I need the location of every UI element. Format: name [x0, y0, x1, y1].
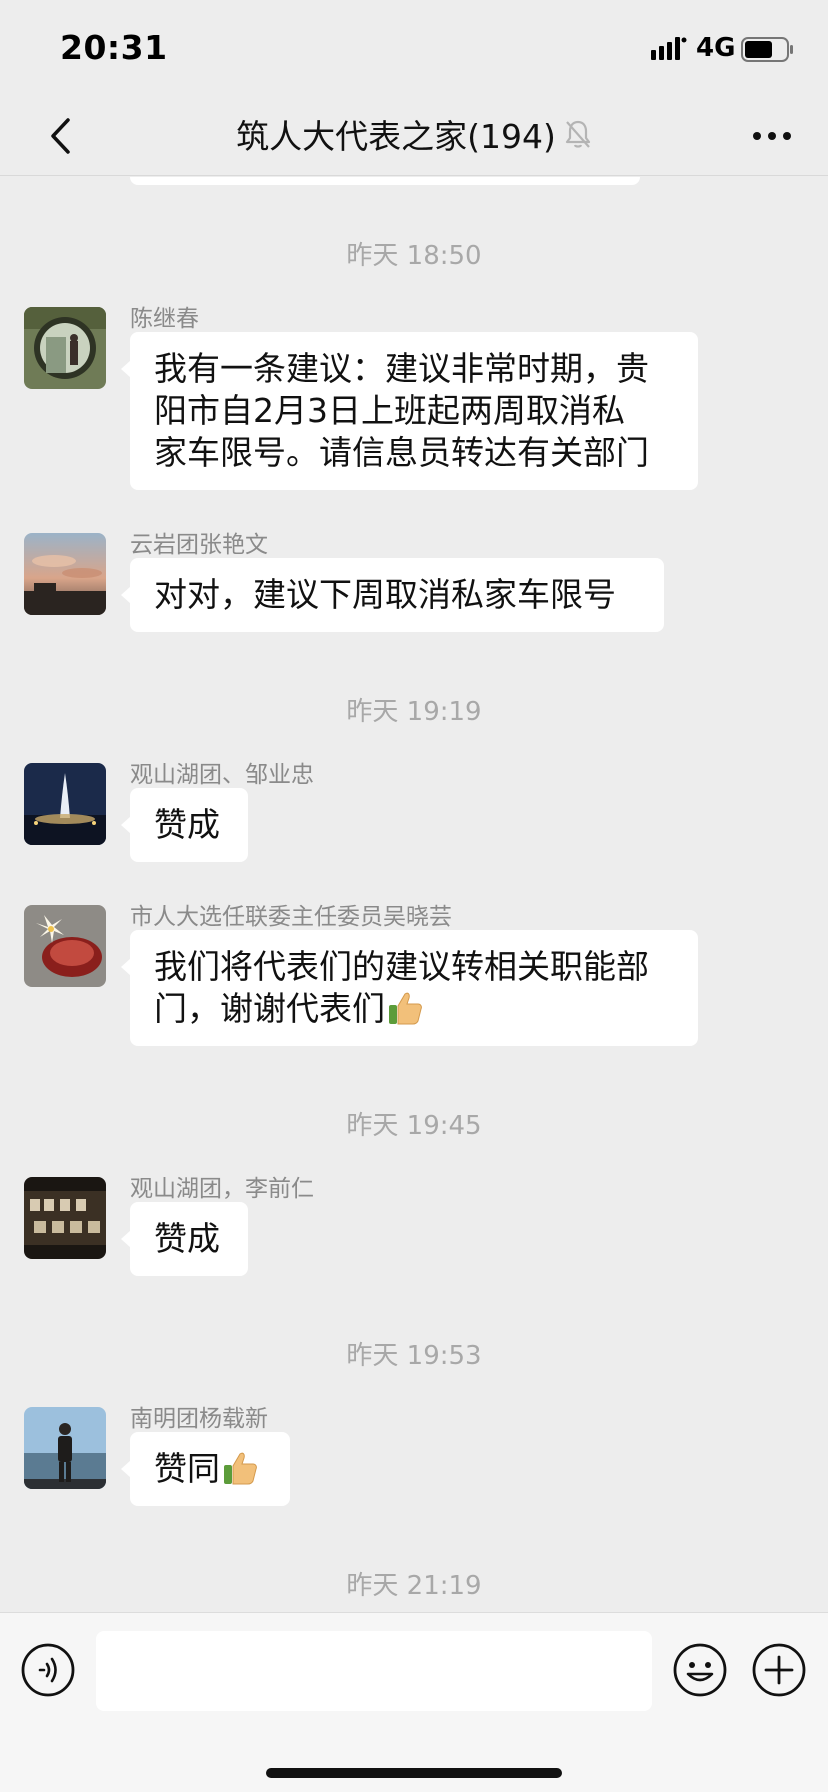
- input-bar: [0, 1612, 828, 1792]
- status-time: 20:31: [60, 28, 168, 67]
- chat-message-list[interactable]: 昨天 18:50 陈继春 我有一条建议：建议非常时期，贵 阳市自2月3日上班起两…: [0, 177, 828, 1611]
- message-bubble[interactable]: 我有一条建议：建议非常时期，贵 阳市自2月3日上班起两周取消私 家车限号。请信息…: [121, 332, 698, 490]
- emoji-icon[interactable]: [672, 1642, 728, 1698]
- thumbs-up-icon: [224, 1452, 257, 1485]
- message-bubble-partial: [130, 177, 640, 185]
- message-text: 门，谢谢代表们: [154, 989, 385, 1028]
- home-indicator[interactable]: [266, 1768, 562, 1778]
- timestamp: 昨天 18:50: [346, 241, 482, 271]
- message-text: 赞同: [154, 1449, 220, 1488]
- message-bubble[interactable]: 我们将代表们的建议转相关职能部 门，谢谢代表们: [121, 930, 698, 1046]
- message-line: 家车限号。请信息员转达有关部门: [154, 433, 649, 472]
- sender-name: 陈继春: [130, 306, 199, 332]
- sender-name: 市人大选任联委主任委员吴晓芸: [130, 904, 452, 930]
- avatar[interactable]: [24, 1407, 106, 1489]
- message-line: 对对，建议下周取消私家车限号: [154, 575, 616, 614]
- signal-icon: [651, 37, 687, 60]
- timestamp: 昨天 19:19: [346, 697, 482, 727]
- sender-name: 云岩团张艳文: [130, 532, 268, 558]
- chat-title: 筑人大代表之家(194): [236, 117, 556, 156]
- more-dots-icon: [753, 132, 791, 140]
- timestamp: 昨天 21:19: [346, 1571, 482, 1601]
- timestamp: 昨天 19:45: [346, 1111, 482, 1141]
- network-type: 4G: [696, 33, 736, 63]
- avatar[interactable]: [24, 1177, 106, 1259]
- sender-name: 南明团杨载新: [130, 1406, 268, 1432]
- sender-name: 观山湖团，李前仁: [130, 1176, 314, 1202]
- bell-muted-icon: [565, 120, 590, 148]
- battery-icon: [741, 37, 793, 62]
- nav-bar: 筑人大代表之家(194): [0, 100, 828, 176]
- message-line: 赞同: [154, 1448, 266, 1490]
- avatar[interactable]: [24, 533, 106, 615]
- message-line: 门，谢谢代表们: [154, 988, 674, 1030]
- avatar[interactable]: [24, 905, 106, 987]
- message-input[interactable]: [96, 1631, 652, 1711]
- nav-title-group: 筑人大代表之家(194): [150, 112, 678, 156]
- message-bubble[interactable]: 对对，建议下周取消私家车限号: [121, 558, 664, 632]
- status-bar: 20:31 4G: [0, 0, 828, 100]
- message-bubble[interactable]: 赞成: [121, 1202, 248, 1276]
- message-line: 我们将代表们的建议转相关职能部: [154, 947, 649, 986]
- message-line: 阳市自2月3日上班起两周取消私: [154, 391, 625, 430]
- message-bubble[interactable]: 赞成: [121, 788, 248, 862]
- sender-name: 观山湖团、邹业忠: [130, 762, 314, 788]
- plus-icon[interactable]: [751, 1642, 807, 1698]
- chevron-left-icon: [51, 118, 70, 154]
- back-button[interactable]: [30, 106, 90, 166]
- voice-icon[interactable]: [20, 1642, 76, 1698]
- message-bubble[interactable]: 赞同: [121, 1432, 290, 1506]
- message-line: 赞成: [154, 1219, 220, 1258]
- more-button[interactable]: [742, 106, 802, 166]
- message-line: 我有一条建议：建议非常时期，贵: [154, 349, 649, 388]
- avatar[interactable]: [24, 763, 106, 845]
- timestamp: 昨天 19:53: [346, 1341, 482, 1371]
- message-line: 赞成: [154, 805, 220, 844]
- thumbs-up-icon: [389, 992, 422, 1025]
- avatar[interactable]: [24, 307, 106, 389]
